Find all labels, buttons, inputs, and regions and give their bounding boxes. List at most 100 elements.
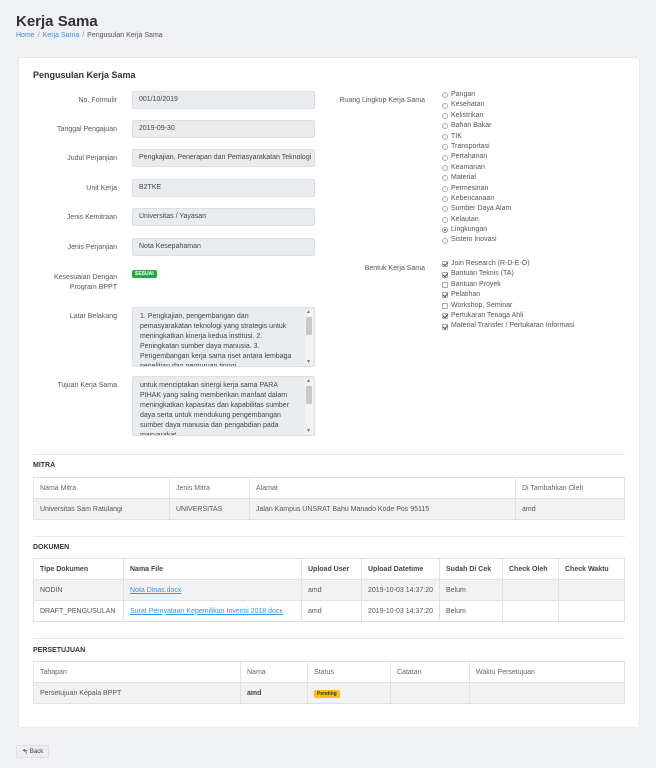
mitra-table: Nama Mitra Jenis Mitra Alamat Di Tambahk… [33,477,625,520]
checkbox-icon[interactable] [442,281,448,288]
table-row[interactable]: Universitas Sam Ratulangi UNIVERSITAS Ja… [33,498,625,520]
breadcrumb-separator: / [82,32,85,39]
radio-icon[interactable] [442,112,448,119]
persetujuan-table: Tahapan Nama Status Catatan Waktu Perset… [33,661,625,704]
option-permesinan[interactable]: Permesinan [442,184,511,194]
option-sumber-daya-alam[interactable]: Sumber Daya Alam [442,204,511,214]
radio-selected-icon[interactable] [442,227,448,234]
file-link[interactable]: Nota Dinas.docx [130,587,181,594]
radio-icon[interactable] [442,102,448,109]
no-formulir-label: No. Formulir [78,97,117,104]
breadcrumb-kerja-sama[interactable]: Kerja Sama [43,32,80,39]
latar-belakang-textarea[interactable]: 1. Pengkajian, pengembangan dan pemasyar… [132,307,315,367]
scroll-up-icon[interactable]: ▲ [306,309,311,315]
kesesuaian-label-line1: Kesesuaian Dengan [53,274,117,281]
option-pertahanan[interactable]: Pertahanan [442,152,511,162]
unit-kerja-label: Unit Kerja [86,185,117,192]
table-row[interactable]: NODIN Nota Dinas.docx amd 2019-10-03 14:… [33,579,625,601]
table-row[interactable]: DRAFT_PENGUSULAN Surat Pernyataan Kepemi… [33,600,625,622]
radio-icon[interactable] [442,216,448,223]
tujuan-scrollbar[interactable]: ▲ ▼ [305,378,313,434]
form-card: Pengusulan Kerja Sama No. Formulir 001/1… [18,57,640,728]
option-kebencanaan[interactable]: Kebencanaan [442,194,511,204]
cell [558,600,625,622]
column-header: Catatan [390,661,470,683]
judul-perjanjian-label: Judul Perjanjian [67,155,117,162]
scroll-thumb[interactable] [306,317,312,335]
dokumen-table: Tipe Dokumen Nama File Upload User Uploa… [33,558,625,622]
tujuan-textarea[interactable]: untuk menciptakan sinergi kerja sama PAR… [132,376,315,436]
cell [502,579,559,601]
checkbox-checked-icon[interactable] [442,261,448,268]
option-kelautan[interactable]: Kelautan [442,215,511,225]
cell: Jalan Kampus UNSRAT Bahu Manado Kode Pos… [249,498,516,520]
option-material[interactable]: Material [442,173,511,183]
check-join-research[interactable]: Join Research (R-D-E-O) [442,259,574,269]
check-bantuan-proyek[interactable]: Bantuan Proyek [442,280,574,290]
radio-icon[interactable] [442,144,448,151]
option-kelistrikan[interactable]: Kelistrikan [442,111,511,121]
file-link[interactable]: Surat Pernyataan Kepemilikan Invensi 201… [130,608,283,615]
radio-icon[interactable] [442,92,448,99]
tanggal-pengajuan-field[interactable]: 2019-09-30 [132,120,315,138]
breadcrumb-current: Pengusulan Kerja Sama [87,32,163,39]
radio-icon[interactable] [442,175,448,182]
scroll-thumb[interactable] [306,386,312,404]
latar-belakang-text: 1. Pengkajian, pengembangan dan pemasyar… [140,313,292,367]
option-tik[interactable]: TIK [442,132,511,142]
option-sistem-inovasi[interactable]: Sistem Inovasi [442,235,511,245]
column-header: Di Tambahkan Oleh [515,477,625,499]
checkbox-icon[interactable] [442,302,448,309]
back-button[interactable]: ↰ Back [16,745,50,758]
cell: 2019-10-03 14:37:20 [361,579,440,601]
radio-icon[interactable] [442,237,448,244]
ruang-lingkup-label: Ruang Lingkup Kerja Sama [339,97,425,104]
option-bahan-bakar[interactable]: Bahan Bakar [442,121,511,131]
table-row[interactable]: Persetujuan Kepala BPPT amd Pending [33,682,625,704]
checkbox-checked-icon[interactable] [442,313,448,320]
divider [33,536,625,537]
jenis-kemitraan-field[interactable]: Universitas / Yayasan [132,208,315,226]
scroll-down-icon[interactable]: ▼ [306,359,311,365]
scroll-down-icon[interactable]: ▼ [306,428,311,434]
cell: Pending [307,682,391,704]
radio-icon[interactable] [442,123,448,130]
cell: Persetujuan Kepala BPPT [33,682,241,704]
check-pertukaran-tenaga-ahli[interactable]: Pertukaran Tenaga Ahli [442,311,574,321]
check-workshop[interactable]: Workshop, Seminar [442,301,574,311]
kesesuaian-label: Kesesuaian Dengan Program BPPT [19,273,117,293]
judul-perjanjian-field[interactable]: Pengkajian, Penerapan dan Pemasyarakatan… [132,149,315,167]
check-pelatihan[interactable]: Pelatihan [442,290,574,300]
radio-icon[interactable] [442,154,448,161]
table-header-row: Nama Mitra Jenis Mitra Alamat Di Tambahk… [33,477,625,499]
radio-icon[interactable] [442,185,448,192]
cell: Belum [439,579,503,601]
unit-kerja-field[interactable]: B2TKE [132,179,315,197]
checkbox-checked-icon[interactable] [442,323,448,330]
jenis-perjanjian-field[interactable]: Nota Kesepahaman [132,238,315,256]
radio-icon[interactable] [442,133,448,140]
option-transportasi[interactable]: Transportasi [442,142,511,152]
radio-icon[interactable] [442,206,448,213]
option-lingkungan[interactable]: Lingkungan [442,225,511,235]
radio-icon[interactable] [442,164,448,171]
column-header: Check Waktu [558,558,625,580]
tujuan-text: untuk menciptakan sinergi kerja sama PAR… [140,382,290,436]
status-badge: Pending [314,689,340,698]
option-pangan[interactable]: Pangan [442,90,511,100]
tanggal-pengajuan-label: Tanggal Pengajuan [57,126,117,133]
form-title: Pengusulan Kerja Sama [33,70,136,80]
page-title: Kerja Sama [16,13,98,30]
option-kesehatan[interactable]: Kesehatan [442,100,511,110]
latar-belakang-scrollbar[interactable]: ▲ ▼ [305,309,313,365]
option-keamanan[interactable]: Keamanan [442,163,511,173]
check-material-transfer[interactable]: Material Transfer / Pertukaran Informasi [442,321,574,331]
check-bantuan-teknis[interactable]: Bantuan Teknis (TA) [442,269,574,279]
checkbox-checked-icon[interactable] [442,271,448,278]
scroll-up-icon[interactable]: ▲ [306,378,311,384]
radio-icon[interactable] [442,196,448,203]
no-formulir-field[interactable]: 001/10/2019 [132,91,315,109]
cell [502,600,559,622]
checkbox-checked-icon[interactable] [442,292,448,299]
breadcrumb-home[interactable]: Home [16,32,35,39]
